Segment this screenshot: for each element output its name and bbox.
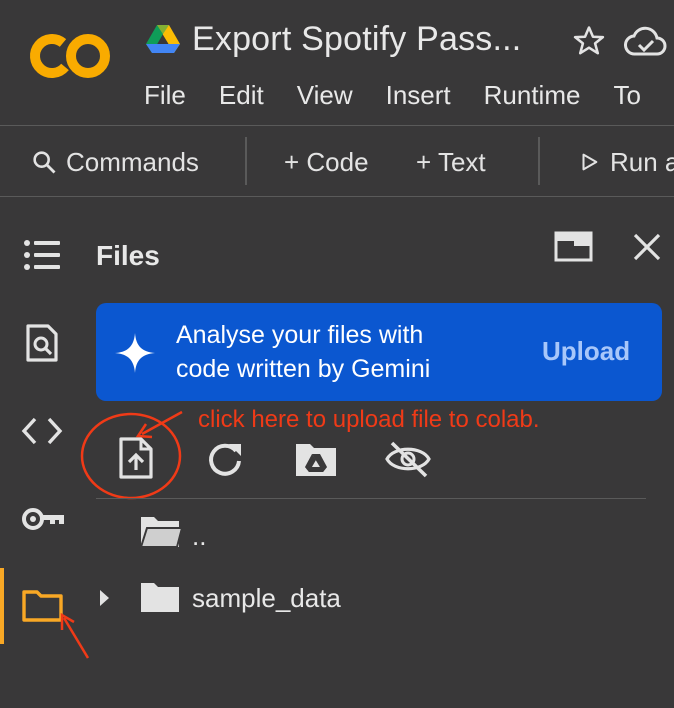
menu-runtime[interactable]: Runtime [484, 80, 581, 111]
gemini-sparkle-icon [114, 332, 156, 379]
mount-drive-icon[interactable] [294, 440, 338, 483]
toc-icon[interactable] [21, 234, 63, 276]
commands-button[interactable]: Commands [30, 145, 199, 179]
google-drive-icon [146, 24, 180, 54]
add-code-button[interactable]: + Code [284, 145, 369, 179]
menu-file[interactable]: File [144, 80, 186, 111]
parent-folder-icon [139, 514, 184, 555]
close-icon[interactable] [632, 232, 662, 267]
annotation-text: click here to upload file to colab. [198, 406, 540, 433]
cloud-saved-icon[interactable] [624, 26, 668, 58]
toolbar-separator [245, 137, 247, 185]
refresh-icon[interactable] [205, 440, 245, 483]
code-snippets-icon[interactable] [21, 410, 63, 452]
find-icon[interactable] [21, 322, 63, 364]
upload-file-icon[interactable] [116, 436, 156, 485]
hide-files-icon[interactable] [384, 440, 432, 483]
menu-tools[interactable]: To [613, 80, 640, 111]
colab-logo[interactable] [28, 30, 112, 82]
open-in-tab-icon[interactable] [554, 231, 594, 268]
toolbar: Commands + Code + Text Run a [0, 127, 674, 197]
files-panel-title: Files [96, 240, 160, 271]
secrets-key-icon[interactable] [21, 498, 64, 540]
search-icon [33, 151, 56, 174]
gemini-banner-line2: code written by Gemini [176, 355, 431, 383]
active-tab-indicator [0, 568, 4, 644]
gemini-banner-text: Analyse your files with code written by … [176, 318, 506, 386]
banner-upload-button[interactable]: Upload [542, 336, 630, 367]
add-code-label: + Code [284, 146, 369, 177]
menu-edit[interactable]: Edit [219, 80, 264, 111]
run-all-button[interactable]: Run a [578, 145, 674, 179]
menu-bar: File Edit View Insert Runtime To [144, 80, 674, 111]
panel-divider [96, 498, 646, 499]
run-all-label: Run a [610, 146, 674, 177]
commands-label: Commands [66, 146, 199, 177]
notebook-title[interactable]: Export Spotify Pass... [192, 20, 521, 59]
annotation-arrow-folder [60, 612, 90, 659]
menu-insert[interactable]: Insert [386, 80, 451, 111]
add-text-button[interactable]: + Text [416, 145, 486, 179]
add-text-label: + Text [416, 146, 486, 177]
folder-icon [139, 580, 181, 619]
sample-data-folder-label[interactable]: sample_data [192, 583, 341, 614]
star-icon[interactable] [572, 24, 606, 58]
play-icon [582, 153, 598, 171]
toolbar-separator [538, 137, 540, 185]
parent-folder-label[interactable]: .. [192, 521, 206, 552]
menu-view[interactable]: View [297, 80, 353, 111]
expand-triangle-icon[interactable] [97, 587, 111, 614]
gemini-banner-line1: Analyse your files with [176, 321, 424, 349]
